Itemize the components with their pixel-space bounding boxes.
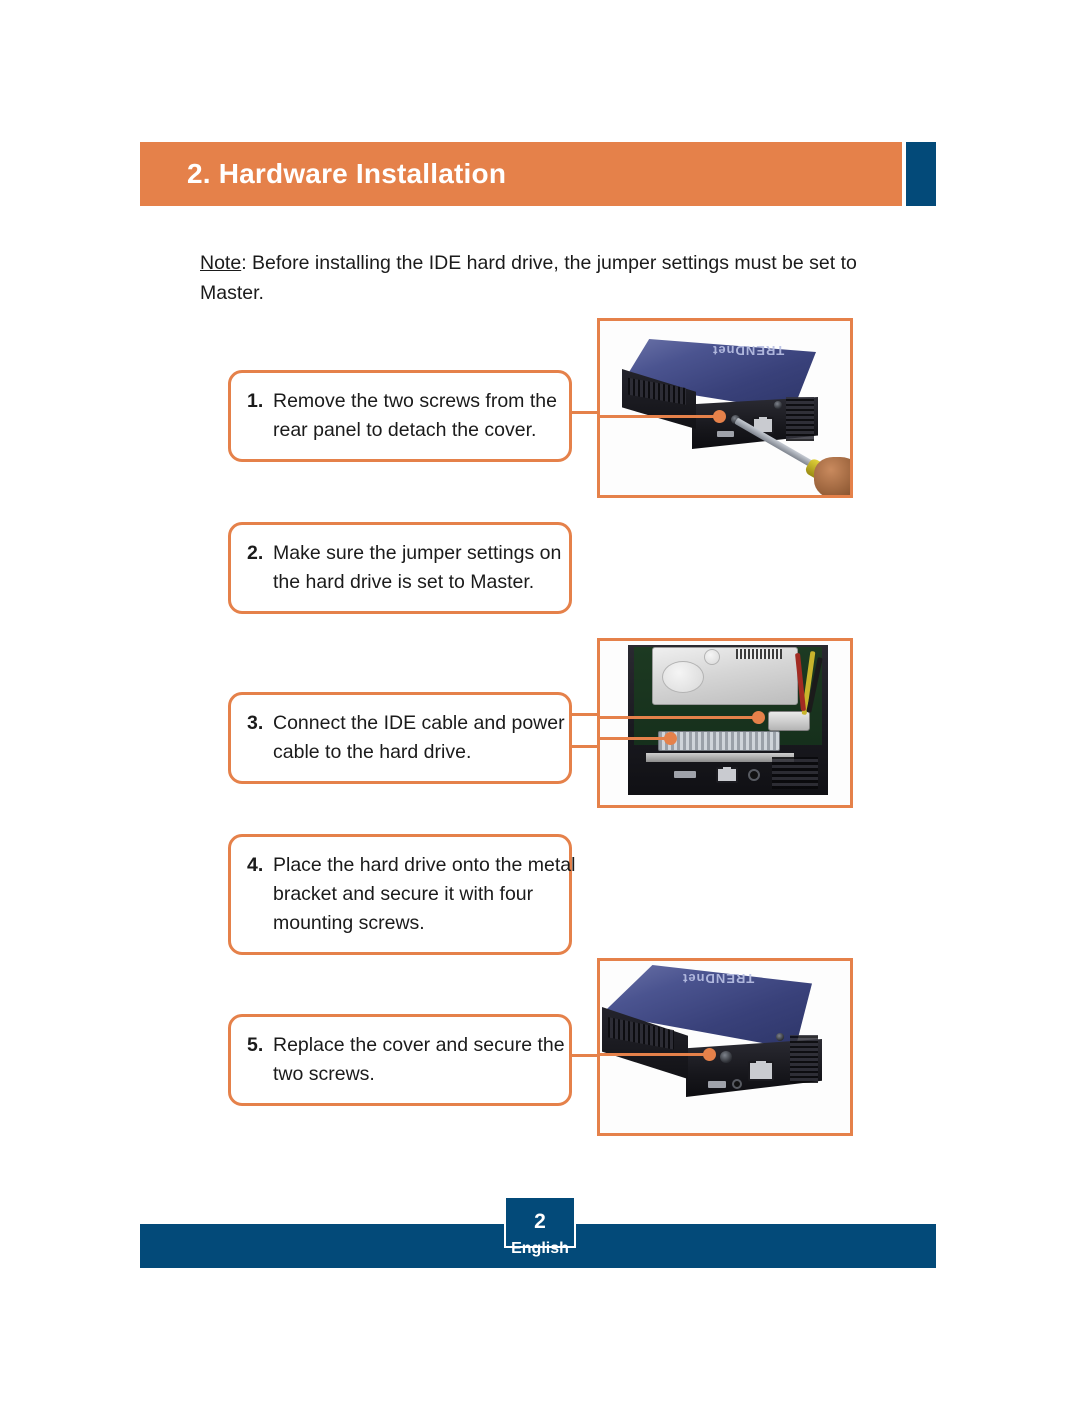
step-3-text-1: Connect the IDE cable and power xyxy=(273,712,565,734)
photo-5-inner: TRENDnet xyxy=(600,961,850,1133)
rear-vent-slots-2 xyxy=(790,1035,818,1083)
callout-dot-3b xyxy=(664,732,677,745)
step-4-text-1: Place the hard drive onto the metal xyxy=(273,854,576,876)
step-1-text-1: Remove the two screws from the xyxy=(273,390,557,412)
rear-vent-slots xyxy=(786,397,814,441)
callout-leader-1 xyxy=(600,415,718,418)
step-5-text-2: two screws. xyxy=(273,1063,375,1085)
dc-power-jack-icon-closed xyxy=(732,1079,742,1089)
header-blue-accent xyxy=(906,142,936,206)
note-paragraph: Note: Before installing the IDE hard dri… xyxy=(200,248,865,308)
step-3-text-2: cable to the hard drive. xyxy=(273,741,472,763)
hard-drive-barcode-label xyxy=(736,649,782,659)
callout-leader-5 xyxy=(600,1053,708,1056)
page-header: 2. Hardware Installation xyxy=(140,142,936,206)
step-1-line-1: 1. Remove the two screws from the xyxy=(247,387,557,416)
usb-port-icon-open xyxy=(674,771,696,778)
rear-screw-installed-2 xyxy=(776,1033,784,1041)
step-2-line-1: 2. Make sure the jumper settings on xyxy=(247,539,561,568)
step-5-line-1: 5. Replace the cover and secure the xyxy=(247,1031,565,1060)
step-4-number: 4. xyxy=(247,854,264,876)
step-3-number: 3. xyxy=(247,712,264,734)
step-1-text-2: rear panel to detach the cover. xyxy=(273,419,537,441)
step-box-1: 1. Remove the two screws from the rear pa… xyxy=(228,370,572,462)
step-4-line-1: 4. Place the hard drive onto the metal xyxy=(247,851,575,880)
photo-step-1: TRENDnet xyxy=(597,318,853,498)
callout-leader-3a xyxy=(600,716,758,719)
brand-logo-text: TRENDnet xyxy=(712,343,785,358)
hard-drive-screw-circle xyxy=(704,649,720,665)
step-4-line-3: mounting screws. xyxy=(247,909,551,938)
dc-power-jack-icon xyxy=(748,769,760,781)
step-3-line-2: cable to the hard drive. xyxy=(247,738,551,767)
page-title: 2. Hardware Installation xyxy=(187,158,507,189)
hand-illustration xyxy=(814,457,850,495)
step-3-line-1: 3. Connect the IDE cable and power xyxy=(247,709,565,738)
photo-1-inner: TRENDnet xyxy=(600,321,850,495)
step-4-text-3: mounting screws. xyxy=(273,912,425,934)
connector-step-5 xyxy=(570,1054,600,1057)
step-1-line-2: rear panel to detach the cover. xyxy=(247,416,551,445)
connector-step-3-lower xyxy=(570,745,600,748)
rear-screw-hole-upper xyxy=(774,401,782,409)
note-label: Note xyxy=(200,252,242,274)
photo-step-5: TRENDnet xyxy=(597,958,853,1136)
usb-port-icon xyxy=(717,431,734,437)
step-2-text-2: the hard drive is set to Master. xyxy=(273,571,535,593)
rear-screw-installed xyxy=(720,1051,732,1063)
step-4-text-2: bracket and secure it with four xyxy=(273,883,534,905)
photo-step-3 xyxy=(597,638,853,808)
step-box-4: 4. Place the hard drive onto the metal br… xyxy=(228,834,575,955)
step-4-line-2: bracket and secure it with four xyxy=(247,880,551,909)
page-root: 2. Hardware Installation Note: Before in… xyxy=(0,0,1080,1412)
step-2-number: 2. xyxy=(247,542,264,564)
callout-leader-3b xyxy=(600,737,668,740)
step-box-3: 3. Connect the IDE cable and power cable … xyxy=(228,692,572,784)
usb-port-icon-closed xyxy=(708,1081,726,1088)
callout-dot-3a xyxy=(752,711,765,724)
front-vent-slots xyxy=(772,757,818,789)
photo-3-inner xyxy=(600,641,850,805)
callout-dot-1 xyxy=(713,410,726,423)
language-label: English xyxy=(511,1240,569,1257)
step-5-text-1: Replace the cover and secure the xyxy=(273,1034,565,1056)
rj45-port-icon-closed xyxy=(748,1061,774,1081)
step-5-number: 5. xyxy=(247,1034,264,1056)
note-text: : Before installing the IDE hard drive, … xyxy=(200,252,857,304)
callout-dot-5 xyxy=(703,1048,716,1061)
step-1-number: 1. xyxy=(247,390,264,412)
connector-step-3-upper xyxy=(570,713,600,716)
connector-step-1 xyxy=(570,411,600,414)
rj45-port-icon-open xyxy=(716,767,738,783)
step-2-text-1: Make sure the jumper settings on xyxy=(273,542,562,564)
step-5-line-2: two screws. xyxy=(247,1060,551,1089)
header-orange-bar: 2. Hardware Installation xyxy=(140,142,902,206)
page-number: 2 xyxy=(534,1210,546,1233)
step-box-5: 5. Replace the cover and secure the two s… xyxy=(228,1014,572,1106)
step-2-line-2: the hard drive is set to Master. xyxy=(247,568,551,597)
hard-drive-spindle-circle xyxy=(662,661,704,693)
brand-logo-text-2: TRENDnet xyxy=(682,971,755,986)
step-box-2: 2. Make sure the jumper settings on the h… xyxy=(228,522,572,614)
